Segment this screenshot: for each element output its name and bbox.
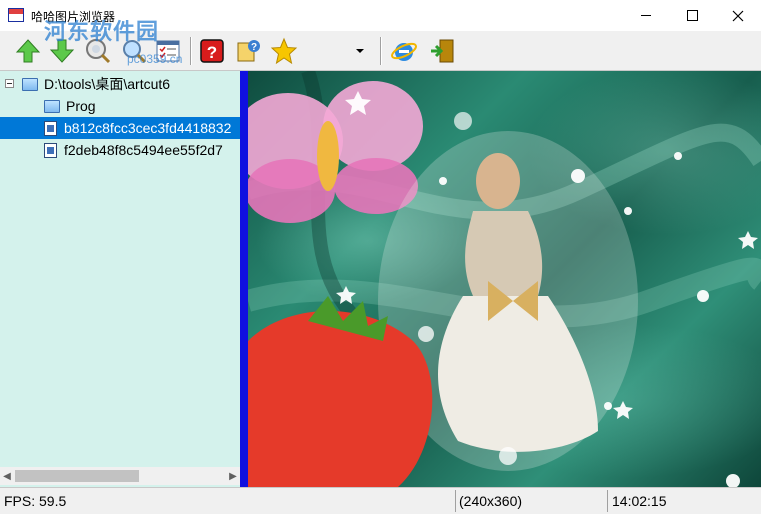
tree-item-label: b812c8fcc3cec3fd4418832: [64, 120, 232, 136]
tree-root-label: D:\tools\桌面\artcut6: [44, 76, 171, 92]
info-help-icon: ?: [237, 40, 260, 62]
tree-item-label: f2deb48f8c5494ee55f2d7: [64, 142, 223, 158]
fps-readout: FPS: 59.5: [4, 493, 67, 509]
folder-icon: [44, 99, 60, 113]
tree-item-label: Prog: [66, 98, 96, 114]
app-icon: [8, 8, 24, 22]
close-button[interactable]: [715, 0, 761, 31]
image-file-icon: [44, 142, 57, 158]
clock: 14:02:15: [612, 493, 667, 509]
tree-root[interactable]: D:\tools\桌面\artcut6: [22, 73, 170, 95]
toolbar-button-exit[interactable]: [426, 35, 458, 67]
status-divider: [455, 490, 456, 512]
toolbar-button-browser[interactable]: [388, 35, 420, 67]
toolbar-button-info[interactable]: ?: [232, 35, 264, 67]
minimize-icon: [641, 15, 651, 16]
image-dimensions: (240x360): [459, 493, 523, 509]
tree-item-file[interactable]: f2deb48f8c5494ee55f2d7: [44, 139, 223, 161]
svg-text:?: ?: [207, 43, 217, 62]
chevron-down-icon: [356, 49, 364, 53]
butterfly: [248, 81, 423, 223]
close-icon: [732, 10, 744, 21]
scroll-left-icon[interactable]: ◀: [0, 467, 14, 485]
image-viewport[interactable]: [248, 71, 761, 487]
toolbar-button-favorite[interactable]: [268, 35, 300, 67]
pane-splitter[interactable]: [240, 71, 248, 487]
watermark-url: pc0359.cn: [127, 52, 183, 66]
status-bar: FPS: 59.5 (240x360) 14:02:15: [0, 487, 761, 514]
tree-item-prog[interactable]: Prog: [44, 95, 96, 117]
favorite-star-icon: [270, 37, 298, 65]
exit-door-icon: [431, 39, 454, 63]
up-arrow-icon: [15, 39, 41, 63]
scroll-right-icon[interactable]: ▶: [226, 467, 240, 485]
svg-text:?: ?: [251, 42, 257, 53]
displayed-image: [248, 71, 761, 487]
scrollbar-thumb[interactable]: [15, 470, 139, 482]
toolbar-button-help[interactable]: ?: [196, 35, 228, 67]
tree-item-selected-file[interactable]: b812c8fcc3cec3fd4418832: [0, 117, 240, 139]
minimize-button[interactable]: [623, 0, 669, 31]
toolbar-button-up[interactable]: [12, 35, 44, 67]
internet-explorer-icon: [391, 42, 417, 61]
watermark: 河东软件园: [44, 19, 160, 45]
status-divider: [607, 490, 608, 512]
maximize-button[interactable]: [669, 0, 715, 31]
help-icon: ?: [200, 39, 224, 63]
folder-tree[interactable]: D:\tools\桌面\artcut6 Prog b812c8fcc3cec3f…: [0, 71, 240, 487]
horizontal-scrollbar[interactable]: ◀ ▶: [0, 467, 240, 485]
favorite-dropdown[interactable]: [354, 35, 366, 67]
toolbar-separator: [380, 37, 382, 65]
collapse-toggle[interactable]: [5, 79, 14, 88]
toolbar-separator: [190, 37, 192, 65]
image-file-icon: [44, 120, 57, 136]
folder-icon: [22, 77, 38, 91]
maximize-icon: [686, 10, 698, 21]
